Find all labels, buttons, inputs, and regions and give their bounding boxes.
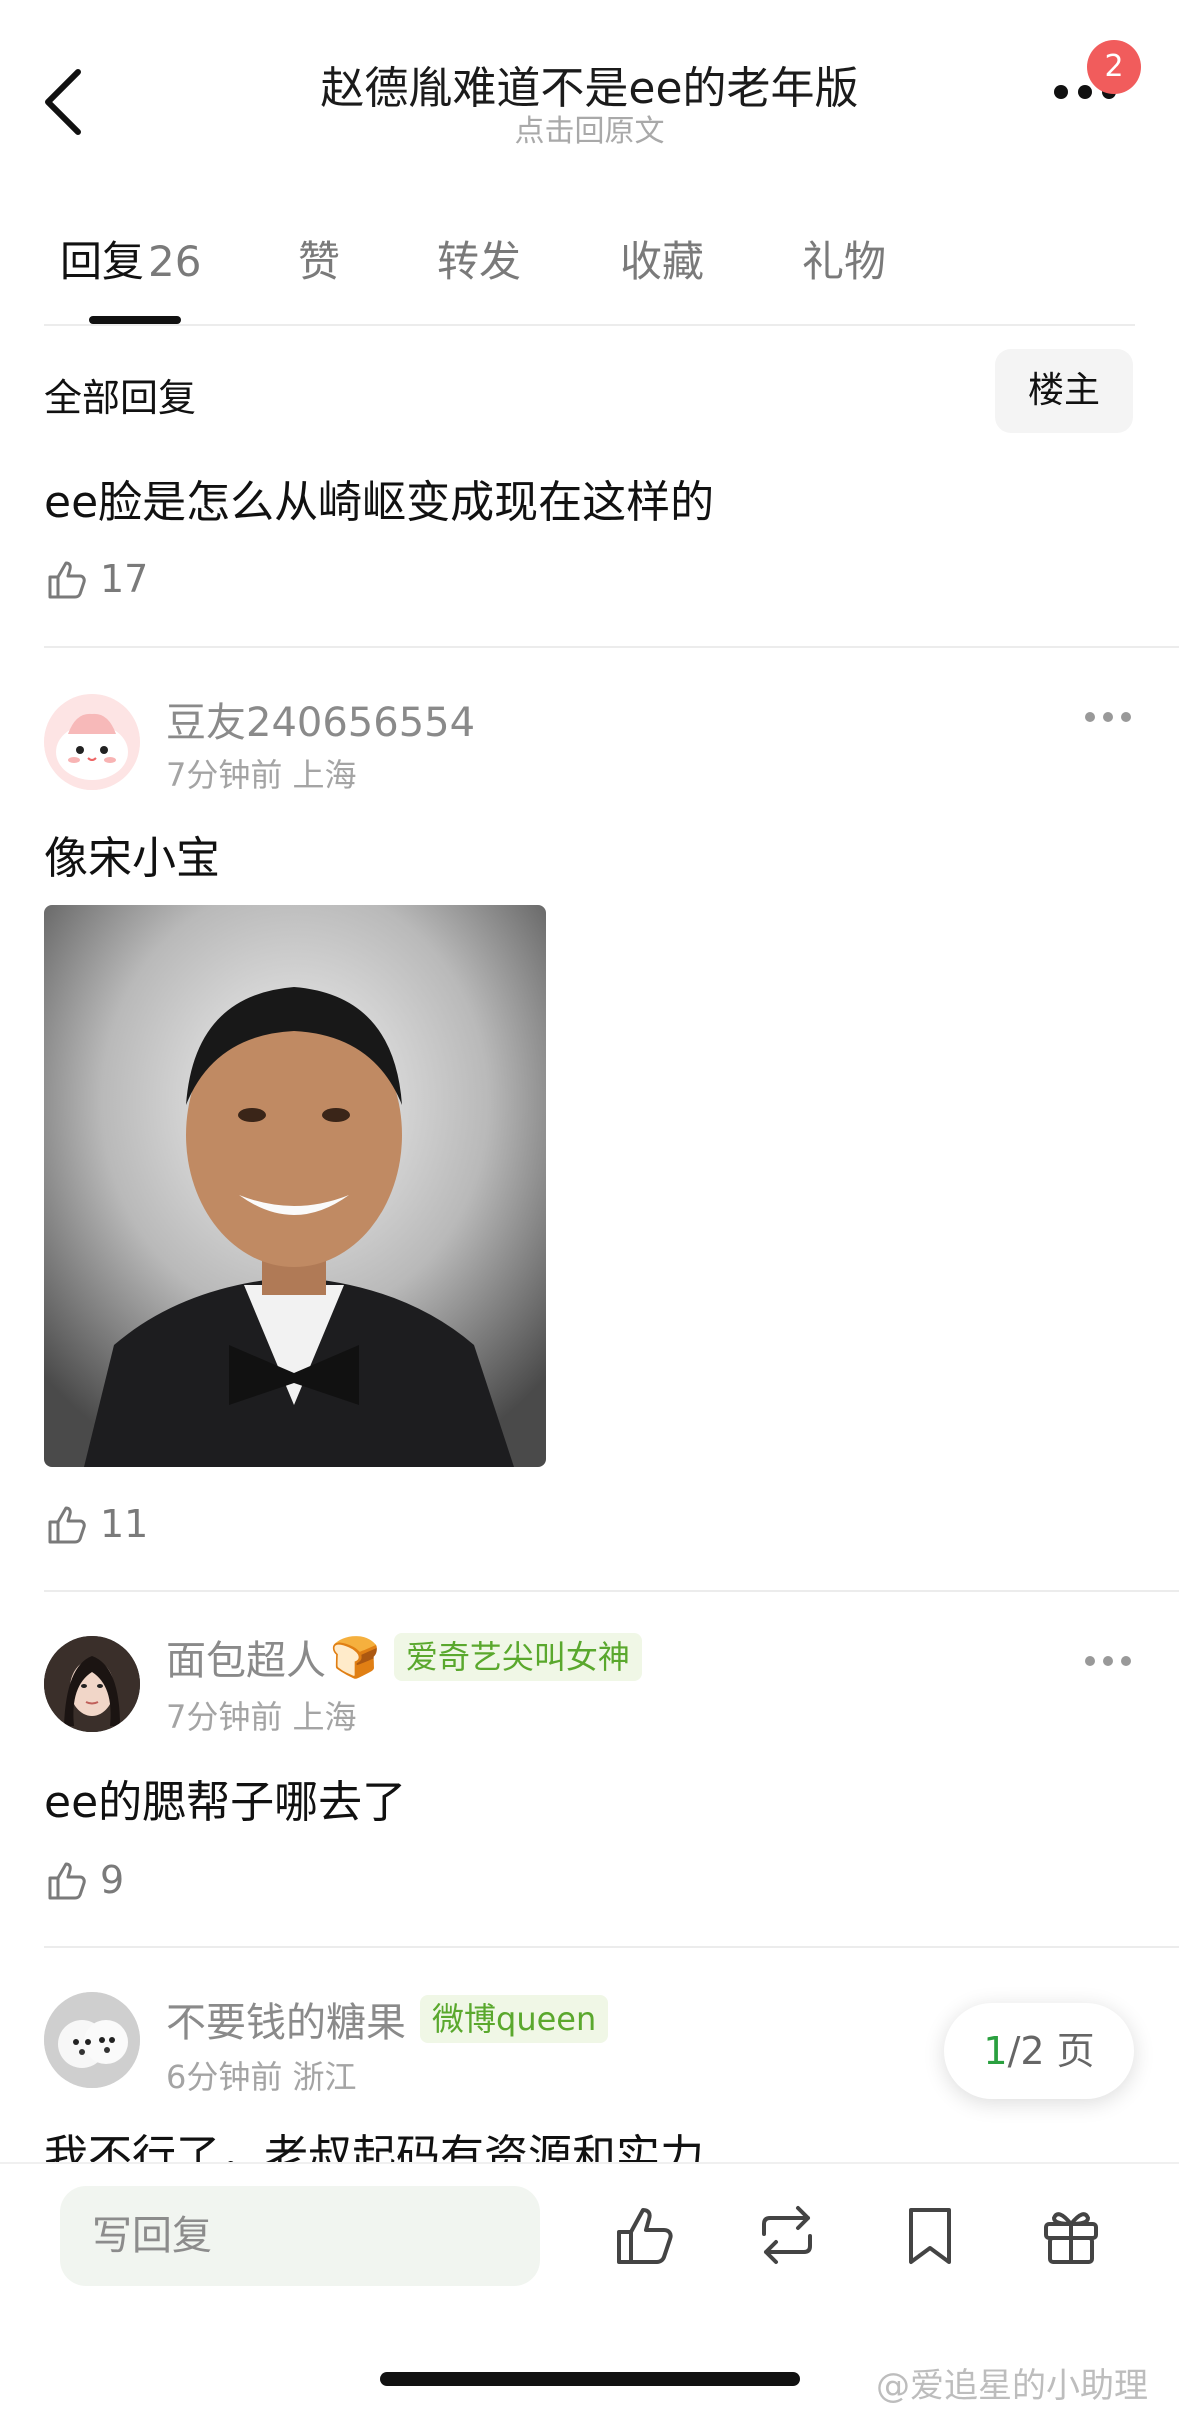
total-pages: /2 页 bbox=[1007, 2029, 1095, 2073]
back-to-original-link[interactable]: 点击回原文 bbox=[0, 106, 1179, 150]
gift-icon[interactable] bbox=[1036, 2200, 1106, 2270]
comment-like-button[interactable]: 9 bbox=[44, 1854, 124, 1906]
comment-time: 7分钟前 bbox=[166, 756, 283, 794]
tab-reposts[interactable]: 转发 bbox=[437, 228, 521, 289]
username[interactable]: 不要钱的糖果 bbox=[166, 1990, 406, 2048]
cartoon-blob-avatar-icon bbox=[44, 694, 140, 790]
page-indicator[interactable]: 1/2 页 bbox=[944, 2003, 1134, 2099]
op-filter-button[interactable]: 楼主 bbox=[995, 349, 1133, 433]
comment-location: 上海 bbox=[292, 756, 357, 794]
post-text: ee脸是怎么从崎岖变成现在这样的 bbox=[44, 477, 715, 528]
reply-input[interactable]: 写回复 bbox=[60, 2186, 540, 2286]
comment-meta: 7分钟前 上海 bbox=[166, 750, 357, 796]
username-row: 不要钱的糖果 微博queen bbox=[166, 1990, 609, 2048]
comment-more-icon[interactable] bbox=[1084, 710, 1132, 724]
comment-location: 上海 bbox=[292, 1698, 357, 1736]
weibo-watermark: @爱追星的小助理 bbox=[876, 2366, 1148, 2406]
tab-likes[interactable]: 赞 bbox=[298, 228, 340, 289]
tab-replies-label: 回复 bbox=[60, 237, 145, 286]
divider bbox=[44, 1590, 1179, 1592]
comment-text: ee的腮帮子哪去了 bbox=[44, 1777, 407, 1828]
comment-photo[interactable] bbox=[44, 905, 546, 1467]
avatar[interactable] bbox=[44, 1636, 140, 1732]
comment-like-button[interactable]: 11 bbox=[44, 1498, 148, 1550]
like-count: 9 bbox=[100, 1858, 125, 1902]
tab-favorites[interactable]: 收藏 bbox=[620, 228, 704, 289]
active-tab-indicator bbox=[89, 316, 181, 324]
divider bbox=[44, 324, 1135, 326]
divider bbox=[44, 646, 1179, 648]
woman-portrait-avatar-icon bbox=[44, 1636, 140, 1732]
home-indicator bbox=[380, 2372, 800, 2386]
bookmark-icon[interactable] bbox=[895, 2200, 965, 2270]
username-row: 面包超人 🍞 爱奇艺尖叫女神 bbox=[166, 1628, 642, 1686]
comment-more-icon[interactable] bbox=[1084, 1654, 1132, 1668]
like-count: 17 bbox=[100, 557, 149, 601]
comment-time: 7分钟前 bbox=[166, 1698, 283, 1736]
tab-replies[interactable]: 回复26 bbox=[60, 228, 201, 289]
thumbs-up-icon bbox=[48, 561, 86, 599]
like-count: 11 bbox=[100, 1502, 149, 1546]
divider bbox=[44, 1946, 1179, 1948]
like-icon[interactable] bbox=[611, 2200, 681, 2270]
tab-replies-count: 26 bbox=[148, 237, 202, 286]
comment-text: 像宋小宝 bbox=[44, 833, 220, 884]
avatar[interactable] bbox=[44, 1992, 140, 2088]
repost-icon[interactable] bbox=[752, 2200, 822, 2270]
comment-meta: 6分钟前 浙江 bbox=[166, 2052, 357, 2098]
comment-time: 6分钟前 bbox=[166, 2058, 283, 2096]
tab-gifts[interactable]: 礼物 bbox=[802, 228, 886, 289]
all-replies-label: 全部回复 bbox=[44, 376, 197, 420]
avatar[interactable] bbox=[44, 694, 140, 790]
username[interactable]: 豆友240656554 bbox=[166, 690, 475, 748]
comment-location: 浙江 bbox=[292, 2058, 357, 2096]
comment-meta: 7分钟前 上海 bbox=[166, 1692, 357, 1738]
bread-emoji-icon: 🍞 bbox=[330, 1634, 380, 1681]
notification-badge: 2 bbox=[1087, 40, 1141, 94]
thumbs-up-icon bbox=[48, 1862, 86, 1900]
thumbs-up-icon bbox=[48, 1506, 86, 1544]
current-page: 1 bbox=[983, 2029, 1008, 2073]
username[interactable]: 面包超人 bbox=[166, 1628, 326, 1686]
user-tag-badge: 微博queen bbox=[420, 1995, 609, 2043]
man-in-tuxedo-photo-icon bbox=[44, 905, 546, 1467]
dog-portrait-avatar-icon bbox=[44, 1992, 140, 2088]
post-like-button[interactable]: 17 bbox=[44, 553, 148, 605]
user-tag-badge: 爱奇艺尖叫女神 bbox=[393, 1633, 642, 1681]
